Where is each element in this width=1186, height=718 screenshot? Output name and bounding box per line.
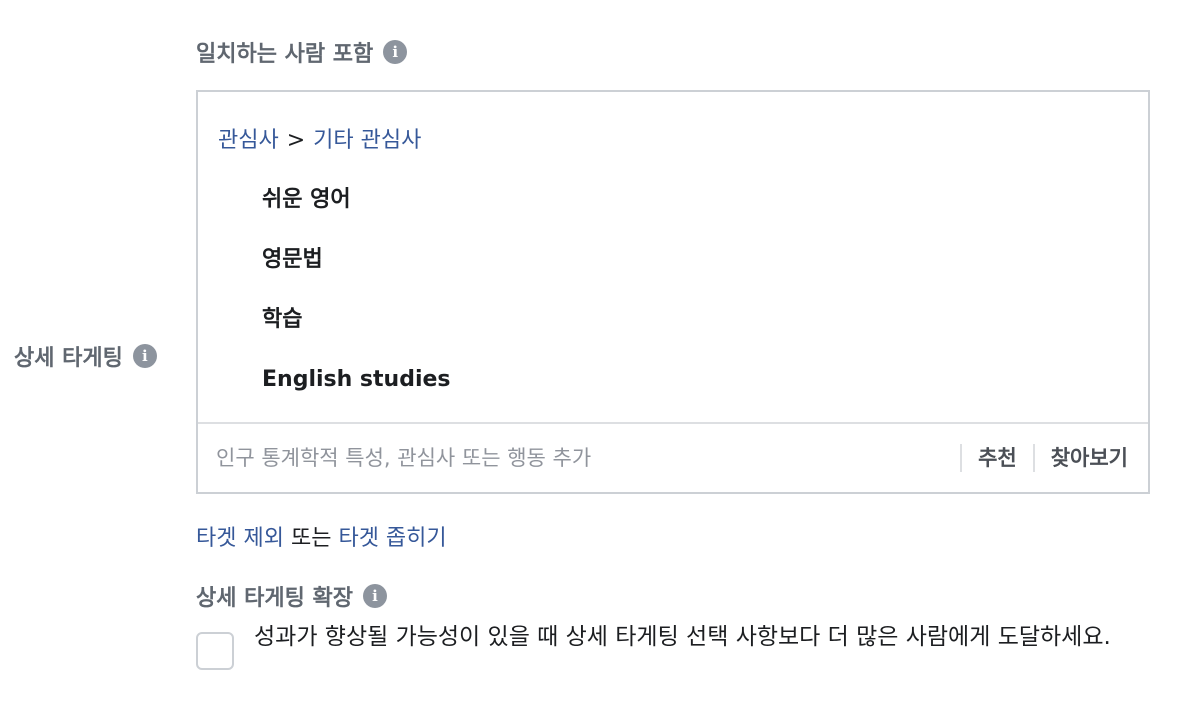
breadcrumb-separator: > <box>286 128 306 153</box>
include-people-heading: 일치하는 사람 포함 i <box>196 36 408 68</box>
exclude-audience-link[interactable]: 타겟 제외 <box>196 526 284 551</box>
detailed-targeting-label-row: 상세 타게팅 i <box>14 340 157 372</box>
breadcrumb-other-interests[interactable]: 기타 관심사 <box>313 128 421 153</box>
expansion-option: 성과가 향상될 가능성이 있을 때 상세 타게팅 선택 사항보다 더 많은 사람… <box>196 620 1156 670</box>
detailed-targeting-box: 관심사 > 기타 관심사 쉬운 영어 영문법 학습 English studies … <box>196 90 1150 494</box>
selected-interests-list: 쉬운 영어 영문법 학습 English studies <box>262 178 451 418</box>
expansion-label: 상세 타게팅 확장 <box>196 586 353 611</box>
info-icon[interactable]: i <box>363 584 387 608</box>
expansion-checkbox[interactable] <box>196 632 234 670</box>
breadcrumb: 관심사 > 기타 관심사 <box>218 122 421 154</box>
include-people-label: 일치하는 사람 포함 <box>196 42 374 67</box>
or-text: 또는 <box>290 526 332 551</box>
suggestions-button[interactable]: 추천 <box>960 444 1033 472</box>
browse-button[interactable]: 찾아보기 <box>1032 444 1148 472</box>
targeting-search-input[interactable] <box>198 423 961 493</box>
breadcrumb-interests[interactable]: 관심사 <box>218 128 279 153</box>
exclude-narrow-links: 타겟 제외 또는 타겟 좁히기 <box>196 522 447 556</box>
detailed-targeting-label: 상세 타게팅 <box>14 346 123 371</box>
list-item[interactable]: English studies <box>262 358 451 418</box>
expansion-heading: 상세 타게팅 확장 i <box>196 580 387 612</box>
list-item[interactable]: 학습 <box>262 298 451 358</box>
list-item[interactable]: 영문법 <box>262 238 451 298</box>
expansion-description: 성과가 향상될 가능성이 있을 때 상세 타게팅 선택 사항보다 더 많은 사람… <box>254 624 1111 650</box>
targeting-search-row: 추천 찾아보기 <box>198 422 1148 493</box>
list-item[interactable]: 쉬운 영어 <box>262 178 451 238</box>
info-icon[interactable]: i <box>383 40 408 64</box>
narrow-audience-link[interactable]: 타겟 좁히기 <box>338 526 446 551</box>
info-icon[interactable]: i <box>132 344 157 368</box>
